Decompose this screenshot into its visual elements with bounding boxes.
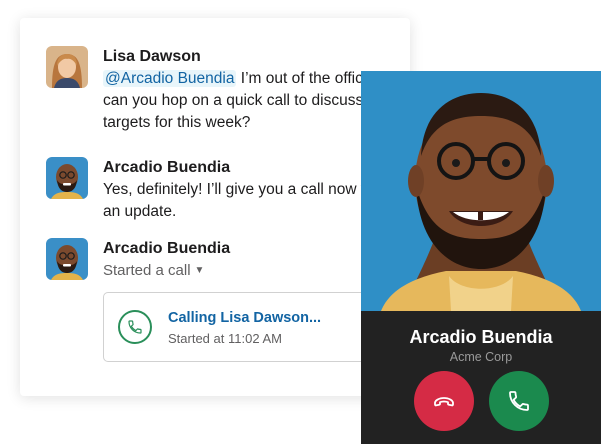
message-text: Yes, definitely! I’ll give you a call no… [103, 181, 389, 220]
caller-company: Acme Corp [449, 350, 513, 364]
call-action-toggle[interactable]: Started a call ▼ [103, 260, 390, 282]
phone-hangup-icon [434, 397, 454, 407]
accept-call-button[interactable] [489, 371, 549, 431]
message-text: @Arcadio Buendia I’m out of the office, … [103, 68, 390, 134]
caller-photo [361, 71, 601, 311]
message-author[interactable]: Arcadio Buendia [103, 157, 390, 179]
chat-card: Lisa Dawson @Arcadio Buendia I’m out of … [20, 18, 410, 396]
avatar-lisa-dawson[interactable] [46, 46, 88, 88]
incoming-call-panel: Arcadio Buendia Acme Corp [361, 71, 601, 444]
call-action-label: Started a call [103, 262, 191, 279]
mention-link[interactable]: @Arcadio Buendia [103, 70, 237, 87]
phone-outline-icon [118, 310, 152, 344]
call-title-link[interactable]: Calling Lisa Dawson... [168, 310, 321, 326]
decline-call-button[interactable] [414, 371, 474, 431]
avatar-arcadio-buendia[interactable] [46, 238, 88, 280]
message-author[interactable]: Arcadio Buendia [103, 238, 390, 260]
call-attachment[interactable]: Calling Lisa Dawson... Started at 11:02 … [103, 292, 405, 362]
caret-down-icon: ▼ [194, 265, 205, 276]
avatar-arcadio-buendia[interactable] [46, 157, 88, 199]
phone-icon [509, 391, 529, 411]
message-author[interactable]: Lisa Dawson [103, 46, 390, 68]
call-start-time: Started at 11:02 AM [168, 331, 282, 346]
caller-name: Arcadio Buendia [409, 327, 553, 347]
